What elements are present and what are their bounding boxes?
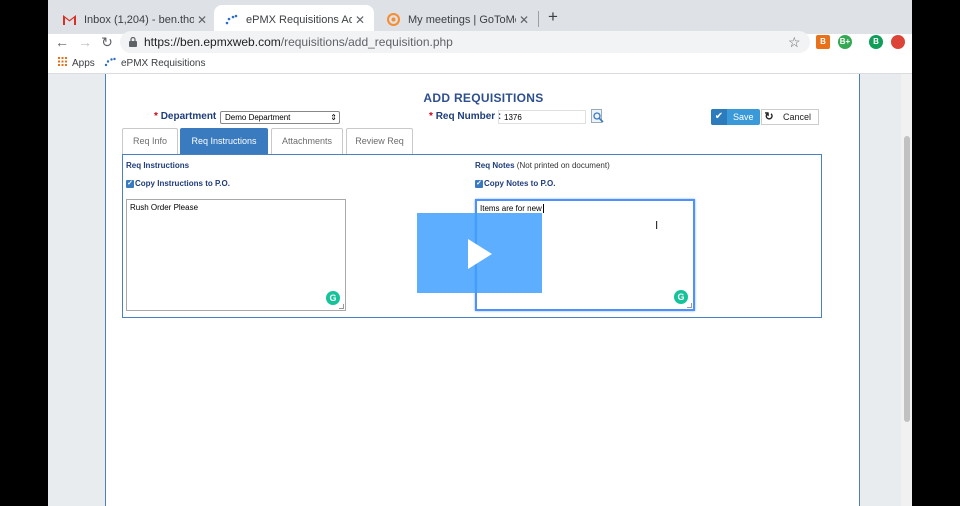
play-icon: [468, 239, 492, 269]
epmx-icon: [224, 13, 238, 27]
gmail-icon: [62, 13, 76, 27]
tab-title: Inbox (1,204) - ben.thomas@b: [84, 13, 194, 26]
close-icon[interactable]: ✕: [194, 13, 210, 27]
instructions-heading: Req Instructions: [126, 161, 190, 170]
notes-heading-text: Req Notes: [475, 161, 515, 170]
notes-text: Items are for new: [480, 204, 542, 213]
browser-toolbar: ← → ↻ https://ben.epmxweb.com/requisitio…: [48, 31, 912, 53]
select-arrows-icon: ⇕: [330, 113, 337, 122]
department-label-text: Department :: [160, 111, 223, 122]
tab-epmx[interactable]: ePMX Requisitions Add Requis ✕: [214, 5, 374, 34]
url-host: https://ben.epmxweb.com: [144, 35, 281, 49]
tab-title: My meetings | GoToMeeting: [408, 13, 516, 26]
epmx-icon: [104, 57, 116, 70]
extension-icon[interactable]: B: [816, 35, 830, 49]
new-tab-button[interactable]: +: [544, 8, 562, 26]
department-label: * Department :: [154, 111, 222, 122]
checkmark-icon: ✔: [711, 109, 727, 125]
bookmarks-bar: Apps ePMX Requisitions: [48, 53, 912, 74]
tab-req-instructions[interactable]: Req Instructions: [180, 128, 268, 155]
required-marker: *: [154, 111, 158, 122]
lock-icon: [129, 37, 137, 47]
text-cursor-icon: I: [655, 219, 659, 232]
gotomeeting-icon: [386, 13, 400, 27]
back-arrow-icon[interactable]: ←: [54, 34, 70, 50]
profile-avatar[interactable]: B: [869, 35, 883, 49]
department-value: Demo Department: [225, 113, 291, 122]
notes-heading-note: (Not printed on document): [516, 161, 610, 170]
grammarly-icon[interactable]: G: [674, 290, 688, 304]
bookmark-epmx[interactable]: ePMX Requisitions: [104, 57, 205, 70]
save-button[interactable]: ✔ Save: [711, 109, 760, 125]
checkbox-checked-icon: ✓: [475, 179, 483, 188]
bookmark-label: ePMX Requisitions: [121, 58, 206, 69]
req-number-input[interactable]: 1376: [498, 110, 586, 124]
bookmark-apps[interactable]: Apps: [58, 57, 95, 69]
required-marker: *: [429, 111, 433, 122]
close-icon[interactable]: ✕: [352, 13, 368, 27]
resize-handle[interactable]: [339, 304, 344, 309]
text-caret: [542, 204, 544, 213]
url-path: /requisitions/add_requisition.php: [280, 35, 453, 49]
tab-review-req[interactable]: Review Req: [346, 128, 413, 155]
copy-instructions-checkbox[interactable]: ✓ Copy Instructions to P.O.: [126, 179, 230, 188]
close-icon[interactable]: ✕: [516, 13, 532, 27]
extension-icon[interactable]: [891, 35, 905, 49]
department-select[interactable]: Demo Department ⇕: [220, 111, 340, 124]
tab-gmail[interactable]: Inbox (1,204) - ben.thomas@b ✕: [52, 5, 216, 34]
checkbox-label: Copy Notes to P.O.: [484, 179, 556, 188]
refresh-icon: ↻: [764, 111, 774, 123]
address-bar[interactable]: https://ben.epmxweb.com/requisitions/add…: [120, 31, 810, 53]
page-title: ADD REQUISITIONS: [423, 91, 544, 105]
copy-notes-checkbox[interactable]: ✓ Copy Notes to P.O.: [475, 179, 555, 188]
bookmark-label: Apps: [72, 57, 95, 69]
notes-heading: Req Notes (Not printed on document): [475, 161, 610, 170]
reload-icon[interactable]: ↻: [99, 34, 115, 50]
save-label: Save: [733, 112, 754, 122]
tab-req-info[interactable]: Req Info: [122, 128, 178, 155]
cancel-button[interactable]: ↻ Cancel: [761, 109, 819, 125]
tab-divider: [538, 11, 539, 27]
scrollbar-thumb[interactable]: [904, 136, 910, 422]
browser-window: Inbox (1,204) - ben.thomas@b ✕ ePMX Requ…: [48, 0, 912, 506]
video-play-overlay[interactable]: [417, 213, 542, 293]
apps-grid-icon: [58, 57, 67, 69]
cancel-label: Cancel: [783, 112, 812, 122]
req-number-label: * Req Number :: [429, 111, 501, 122]
forward-arrow-icon[interactable]: →: [77, 34, 93, 50]
tab-attachments[interactable]: Attachments: [271, 128, 343, 155]
page-scrollbar[interactable]: [901, 74, 912, 506]
instructions-text: Rush Order Please: [130, 203, 199, 212]
bookmark-star-icon[interactable]: ☆: [788, 34, 801, 51]
req-number-label-text: Req Number :: [435, 111, 502, 122]
checkbox-checked-icon: ✓: [126, 179, 134, 188]
tab-strip: Inbox (1,204) - ben.thomas@b ✕ ePMX Requ…: [48, 0, 912, 34]
resize-handle[interactable]: [687, 303, 692, 308]
instructions-textarea[interactable]: Rush Order Please G: [126, 199, 346, 311]
checkbox-label: Copy Instructions to P.O.: [135, 179, 230, 188]
search-icon[interactable]: [591, 109, 605, 125]
tab-title: ePMX Requisitions Add Requis: [246, 13, 352, 26]
tab-gotomeeting[interactable]: My meetings | GoToMeeting ✕: [376, 5, 538, 34]
grammarly-icon[interactable]: G: [326, 291, 340, 305]
extension-icon[interactable]: B+: [838, 35, 852, 49]
